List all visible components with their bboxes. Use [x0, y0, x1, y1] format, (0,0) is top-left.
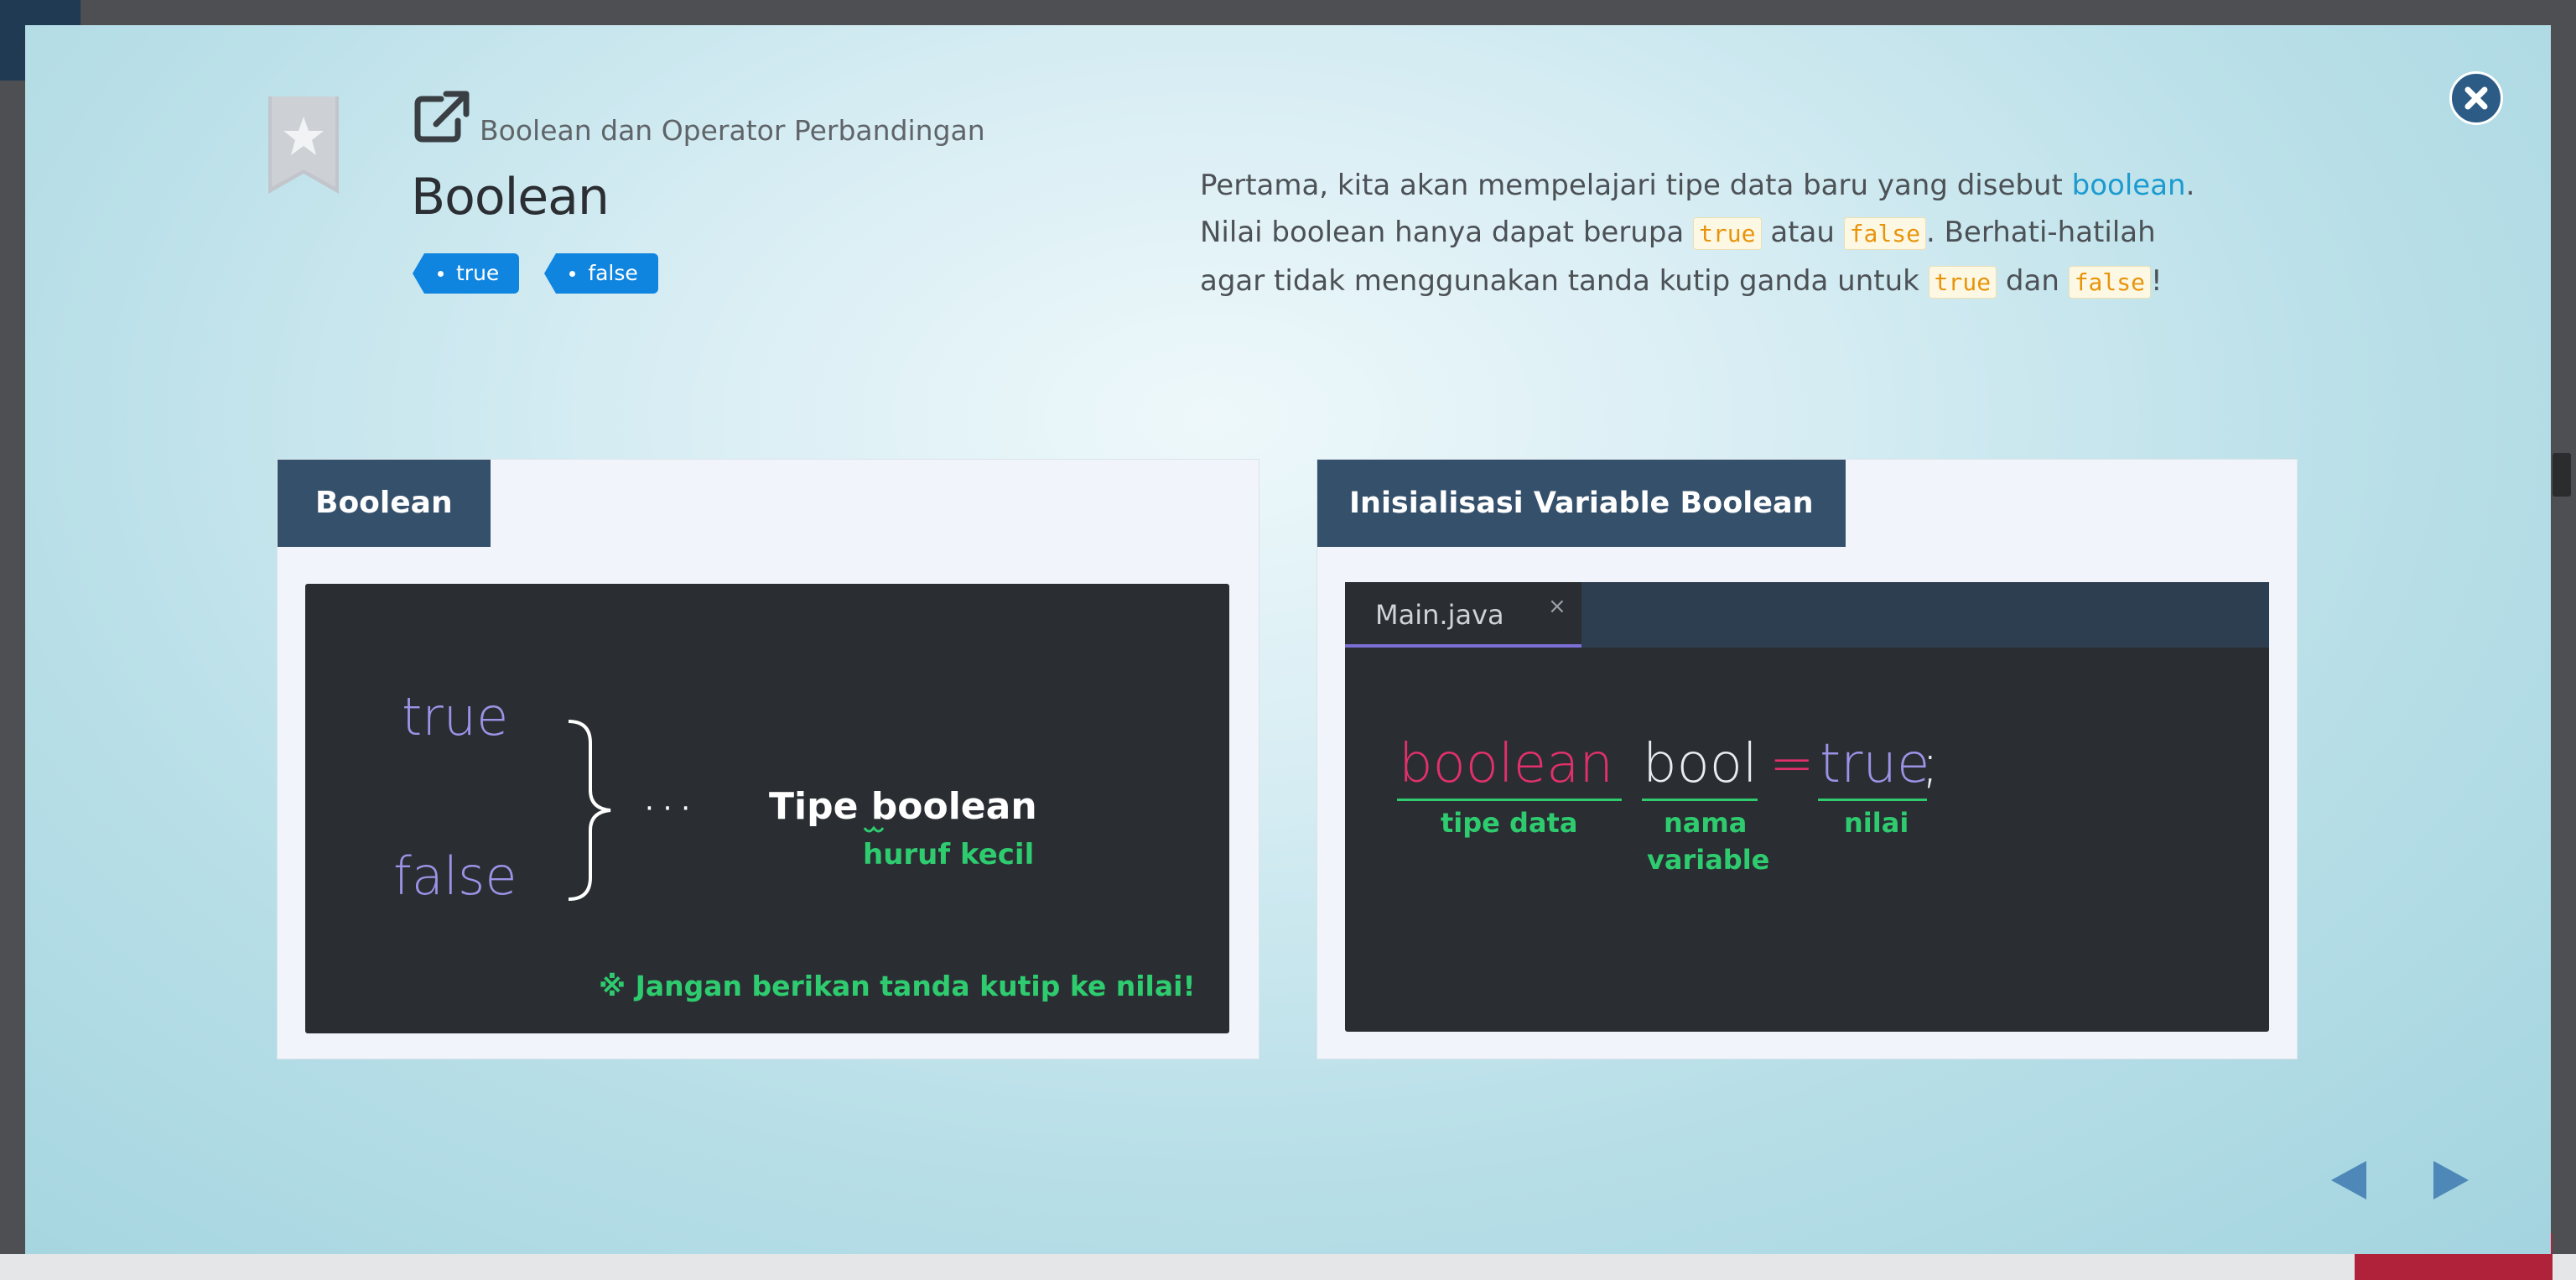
warning-note: ※ Jangan berikan tanda kutip ke nilai! [599, 970, 1196, 1002]
slide-boolean-values: true false · · · Tipe boolean huruf keci… [305, 584, 1229, 1033]
squiggle-mark [863, 825, 885, 833]
tag-list: true false [412, 253, 658, 294]
background-app-footer [0, 1254, 2576, 1280]
close-button[interactable] [2449, 71, 2503, 125]
card-header: Boolean [278, 460, 491, 547]
value-true: true [402, 686, 509, 747]
label-value: nilai [1844, 807, 1909, 839]
value-false: false [393, 846, 517, 907]
label-type: tipe data [1441, 807, 1578, 839]
label-name-line1: nama [1664, 807, 1748, 839]
lesson-description: Pertama, kita akan mempelajari tipe data… [1200, 162, 2282, 306]
breadcrumb[interactable]: Boolean dan Operator Perbandingan [480, 114, 985, 147]
ellipsis-dots: · · · [645, 792, 691, 825]
brace-icon [568, 720, 611, 901]
type-prefix: Tipe [769, 785, 871, 828]
lesson-modal: Boolean dan Operator Perbandingan Boolea… [25, 25, 2551, 1254]
triangle-right-icon[interactable] [2432, 1159, 2470, 1201]
code-type: boolean [1399, 733, 1613, 795]
underline-value [1818, 799, 1927, 801]
tag-false[interactable]: false [544, 253, 658, 294]
code-value: true [1820, 733, 1930, 795]
code-equals: = [1769, 733, 1815, 795]
note-lowercase: huruf kecil [863, 838, 1035, 872]
editor-tab-main-java[interactable]: Main.java × [1345, 582, 1581, 648]
keyword-link[interactable]: boolean [2072, 169, 2186, 202]
desc-text: Nilai boolean hanya dapat berupa [1200, 216, 1694, 249]
inline-code-true: true [1928, 266, 1997, 299]
inline-code-false: false [2068, 266, 2151, 299]
desc-text: . [2185, 169, 2195, 202]
desc-text: ! [2151, 264, 2163, 298]
type-label: Tipe boolean [769, 785, 1037, 828]
desc-text: . Berhati-hatilah [1925, 216, 2156, 249]
close-icon [2464, 86, 2488, 110]
page-title: Boolean [411, 168, 610, 226]
code-semicolon: ; [1921, 733, 1940, 795]
desc-text: atau [1761, 216, 1844, 249]
editor-tab-label: Main.java [1375, 599, 1504, 631]
card-boolean-init: Inisialisasi Variable Boolean Main.java … [1317, 459, 2298, 1059]
code-editor: Main.java × boolean bool = true ; tipe d… [1345, 582, 2269, 1032]
desc-text: Pertama, kita akan mempelajari tipe data… [1200, 169, 2072, 202]
triangle-left-icon[interactable] [2329, 1159, 2368, 1201]
bookmark-star-icon[interactable] [268, 96, 339, 194]
card-header: Inisialisasi Variable Boolean [1317, 460, 1846, 547]
underline-name [1642, 799, 1758, 801]
underline-type [1397, 799, 1622, 801]
inline-code-true: true [1693, 217, 1762, 250]
code-variable: bool [1643, 733, 1758, 795]
background-scrollbar-thumb [2553, 453, 2571, 497]
external-link-icon[interactable] [413, 91, 471, 144]
label-name-line2: variable [1647, 844, 1770, 876]
inline-code-false: false [1843, 217, 1926, 250]
desc-text: dan [1997, 264, 2069, 298]
tag-true[interactable]: true [412, 253, 520, 294]
close-icon[interactable]: × [1548, 594, 1566, 619]
card-boolean: Boolean true false · · · Tipe boolean hu… [277, 459, 1259, 1059]
desc-text: agar tidak menggunakan tanda kutip ganda… [1200, 264, 1929, 298]
type-word: boolean [870, 785, 1037, 828]
